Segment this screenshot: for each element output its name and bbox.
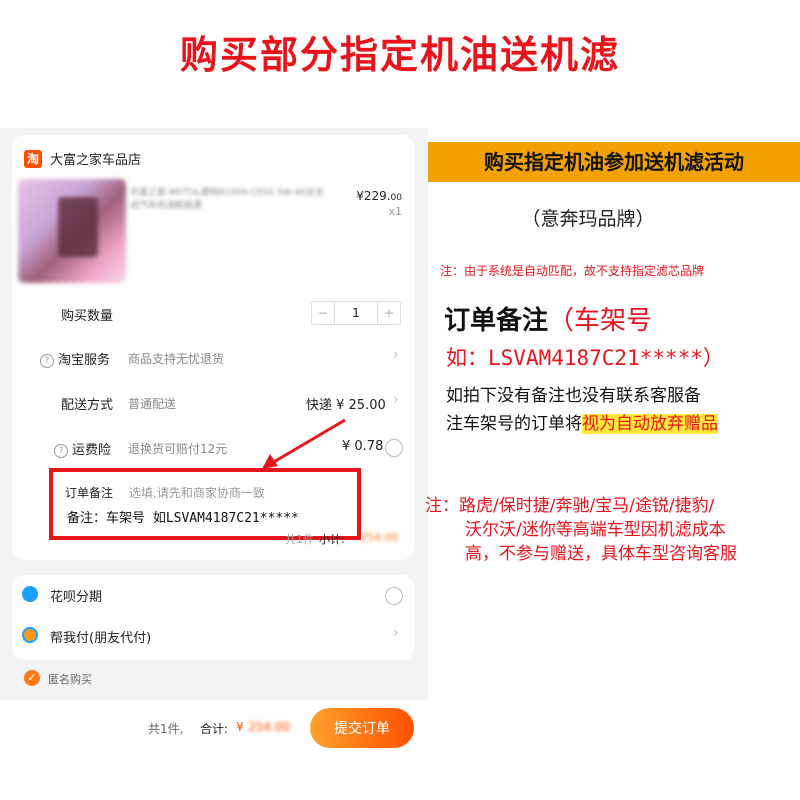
friend-pay-label[interactable]: 帮我付(朋友代付) [50, 627, 151, 646]
huabei-label[interactable]: 花呗分期 [50, 586, 102, 605]
total-currency: ¥ [236, 720, 244, 734]
total-value: 254.00 [248, 720, 290, 734]
forfeit-highlight: 视为自动放弃赠品 [582, 414, 718, 434]
checkmark-icon[interactable]: ✓ [24, 670, 40, 686]
missing-remark-warning: 如拍下没有备注也没有联系客服备 注车架号的订单将视为自动放弃赠品 [446, 386, 718, 434]
anonymous-purchase-label[interactable]: 匿名购买 [48, 671, 92, 687]
total-label: 合计: [200, 722, 229, 736]
huabei-radio[interactable] [385, 587, 403, 605]
excluded-models-warning: 注：路虎/保时捷/奔驰/宝马/途锐/捷豹/ 沃尔沃/迷你等高端车型因机滤成本 高… [425, 496, 737, 564]
subtotal-label: 小计: [319, 533, 345, 546]
friend-pay-icon [22, 627, 38, 643]
remark-label: 订单备注 [65, 486, 114, 500]
promo-banner: 购买指定机油参加送机滤活动 [428, 142, 800, 182]
remark-input[interactable]: 备注：车架号 如LSVAM4187C21***** [67, 507, 299, 526]
order-remark-box[interactable]: 订单备注 选填,请先和商家协商一致 备注：车架号 如LSVAM4187C21**… [49, 468, 361, 540]
item-count: 共1件 [285, 533, 314, 546]
submit-order-button[interactable]: 提交订单 [310, 708, 414, 748]
subtotal-value: 254.00 [360, 531, 399, 544]
chevron-right-icon[interactable]: › [393, 625, 399, 641]
filter-brand-note: 注：由于系统是自动匹配，故不支持指定滤芯品牌 [440, 264, 705, 278]
brand-line: （意奔玛品牌） [521, 208, 655, 230]
bottom-count: 共1件, [148, 722, 184, 736]
remark-placeholder: 选填,请先和商家协商一致 [129, 486, 265, 500]
huabei-icon [22, 586, 38, 602]
order-note-example: 如：LSVAM4187C21*****） [446, 346, 724, 370]
order-note-heading: 订单备注（车架号 [444, 306, 653, 336]
